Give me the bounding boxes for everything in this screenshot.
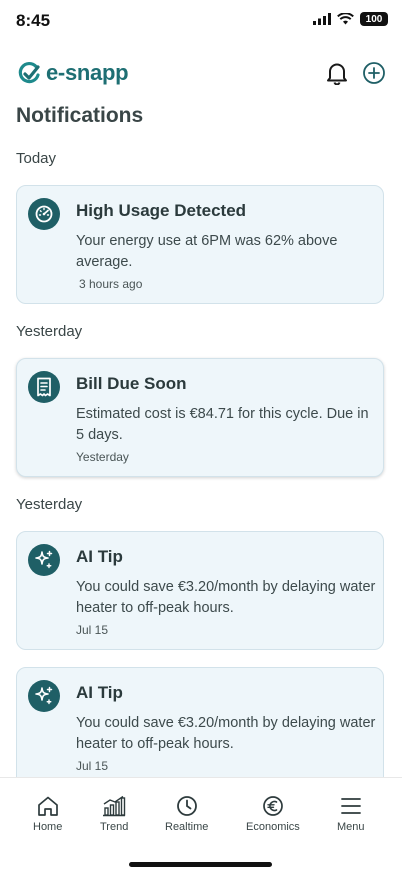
home-icon xyxy=(37,796,58,816)
app-logo[interactable]: e-snapp xyxy=(16,60,129,86)
notification-icon-badge xyxy=(28,198,60,230)
status-bar: 8:45 100 xyxy=(0,0,402,44)
nav-item-economics[interactable]: Economics xyxy=(246,795,300,833)
nav-item-home[interactable]: Home xyxy=(33,795,62,833)
notification-time: Jul 15 xyxy=(76,759,109,773)
notification-time: Jul 15 xyxy=(76,623,109,637)
status-icons: 100 xyxy=(313,12,388,26)
notification-body: Your energy use at 6PM was 62% above ave… xyxy=(76,233,338,270)
bell-icon[interactable] xyxy=(326,61,348,85)
nav-label: Home xyxy=(33,821,63,833)
notification-icon-badge xyxy=(28,680,60,712)
section-label-today: Today xyxy=(16,150,57,167)
battery-indicator: 100 xyxy=(360,12,388,26)
notification-body: You could save €3.20/month by delaying w… xyxy=(76,579,376,616)
nav-item-trend[interactable]: Trend xyxy=(100,795,128,833)
notification-body: Estimated cost is €84.71 for this cycle.… xyxy=(76,406,369,443)
nav-label: Trend xyxy=(100,821,129,833)
signal-icon xyxy=(313,13,331,25)
status-time: 8:45 xyxy=(16,11,51,30)
notification-icon-badge xyxy=(28,371,60,403)
notification-icon-badge xyxy=(28,544,60,576)
add-circle-icon[interactable] xyxy=(362,61,386,85)
hamburger-menu-icon xyxy=(340,798,361,814)
nav-label: Economics xyxy=(246,821,300,833)
receipt-icon xyxy=(37,377,51,397)
bar-chart-icon xyxy=(103,795,126,817)
clock-icon xyxy=(176,796,197,816)
section-label-yesterday: Yesterday xyxy=(16,323,83,340)
app-header: e-snapp xyxy=(0,56,402,96)
euro-icon xyxy=(263,796,283,816)
notification-title: High Usage Detected xyxy=(76,201,247,220)
notification-card-bill-due[interactable]: Bill Due Soon Estimated cost is €84.71 f… xyxy=(16,358,384,477)
section-label-yesterday: Yesterday xyxy=(16,496,83,513)
home-indicator xyxy=(129,862,272,867)
page-title: Notifications xyxy=(16,104,144,127)
notification-card-ai-tip[interactable]: AI Tip You could save €3.20/month by del… xyxy=(16,667,384,777)
sparkle-icon xyxy=(35,686,53,705)
nav-item-menu[interactable]: Menu xyxy=(337,795,365,833)
notification-title: AI Tip xyxy=(76,547,123,566)
notification-body: You could save €3.20/month by delaying w… xyxy=(76,715,376,752)
sparkle-icon xyxy=(35,550,53,569)
gauge-icon xyxy=(35,205,53,223)
notification-time: 3 hours ago xyxy=(79,277,143,291)
notification-time: Yesterday xyxy=(76,450,129,464)
wifi-icon xyxy=(337,13,354,25)
notification-title: AI Tip xyxy=(76,683,123,702)
nav-label: Realtime xyxy=(165,821,209,833)
notifications-list[interactable]: Today High Usage Detected Your energy us… xyxy=(0,140,402,777)
logo-text: e-snapp xyxy=(46,60,129,85)
notification-card-ai-tip[interactable]: AI Tip You could save €3.20/month by del… xyxy=(16,531,384,650)
nav-label: Menu xyxy=(337,821,365,833)
nav-item-realtime[interactable]: Realtime xyxy=(165,795,208,833)
logo-mark-icon xyxy=(18,61,40,84)
notification-card-high-usage[interactable]: High Usage Detected Your energy use at 6… xyxy=(16,185,384,304)
header-actions xyxy=(326,61,386,85)
notification-title: Bill Due Soon xyxy=(76,374,187,393)
